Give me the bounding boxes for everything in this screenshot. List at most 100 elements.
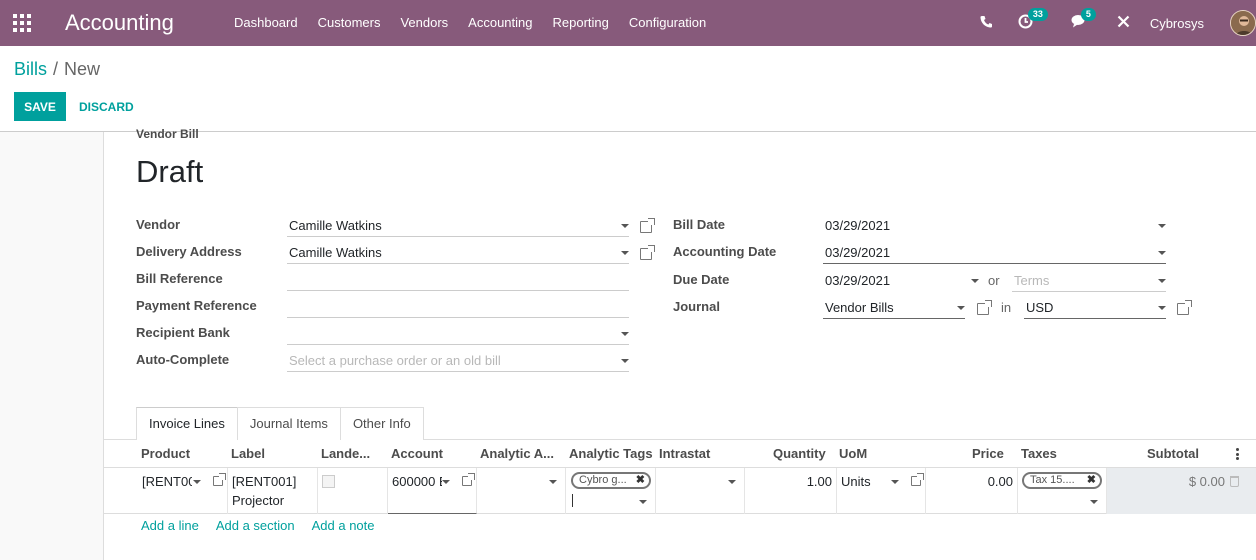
- phone-icon[interactable]: [980, 15, 992, 32]
- in-text: in: [1001, 300, 1012, 315]
- column-price[interactable]: Price: [972, 446, 1004, 461]
- add-line-link[interactable]: Add a line: [141, 518, 199, 533]
- chevron-down-icon[interactable]: [621, 224, 629, 228]
- company-switcher[interactable]: Cybrosys: [1150, 16, 1204, 31]
- column-landed-cost[interactable]: Lande...: [321, 446, 370, 461]
- vendor-value: Camille Watkins: [289, 218, 382, 233]
- debug-tools-icon[interactable]: [1117, 15, 1130, 32]
- external-link-icon[interactable]: [911, 473, 924, 486]
- account-value: 600000 E: [392, 474, 442, 489]
- chevron-down-icon[interactable]: [549, 480, 557, 484]
- add-note-link[interactable]: Add a note: [312, 518, 375, 533]
- app-name[interactable]: Accounting: [65, 10, 174, 36]
- chevron-down-icon[interactable]: [1158, 251, 1166, 255]
- payment-terms-field[interactable]: Terms: [1012, 269, 1166, 292]
- analytic-account-cell[interactable]: [477, 468, 566, 514]
- chevron-down-icon[interactable]: [1158, 224, 1166, 228]
- invoice-lines-header: Product Label Lande... Account Analytic …: [104, 440, 1256, 468]
- column-uom[interactable]: UoM: [839, 446, 867, 461]
- chevron-down-icon[interactable]: [639, 500, 647, 504]
- add-line-links: Add a line Add a section Add a note: [141, 518, 392, 533]
- chevron-down-icon[interactable]: [193, 480, 201, 484]
- external-link-icon[interactable]: [1177, 300, 1192, 315]
- accounting-date-label: Accounting Date: [673, 244, 777, 259]
- user-avatar[interactable]: [1230, 10, 1256, 36]
- analytic-tags-cell[interactable]: Cybro g... ✖: [566, 468, 656, 514]
- apps-menu-icon[interactable]: [13, 14, 31, 32]
- activity-count-badge: 33: [1027, 7, 1048, 21]
- chevron-down-icon[interactable]: [891, 480, 899, 484]
- column-analytic-account[interactable]: Analytic A...: [480, 446, 554, 461]
- column-account[interactable]: Account: [391, 446, 443, 461]
- breadcrumb-bills-link[interactable]: Bills: [14, 59, 47, 79]
- tab-invoice-lines[interactable]: Invoice Lines: [136, 407, 238, 440]
- menu-accounting[interactable]: Accounting: [458, 0, 542, 46]
- column-subtotal[interactable]: Subtotal: [1147, 446, 1199, 461]
- label-cell[interactable]: [RENT001] Projector: [228, 468, 318, 514]
- intrastat-cell[interactable]: [656, 468, 745, 514]
- chevron-down-icon[interactable]: [1158, 306, 1166, 310]
- save-button[interactable]: SAVE: [14, 92, 66, 121]
- payment-reference-label: Payment Reference: [136, 298, 257, 313]
- column-product[interactable]: Product: [141, 446, 190, 461]
- optional-columns-icon[interactable]: [1236, 448, 1239, 460]
- delivery-address-label: Delivery Address: [136, 244, 242, 259]
- external-link-icon[interactable]: [640, 218, 655, 233]
- chevron-down-icon[interactable]: [621, 251, 629, 255]
- add-section-link[interactable]: Add a section: [216, 518, 295, 533]
- chevron-down-icon[interactable]: [1158, 279, 1166, 283]
- payment-reference-input[interactable]: [287, 295, 629, 318]
- column-analytic-tags[interactable]: Analytic Tags: [569, 446, 653, 461]
- menu-reporting[interactable]: Reporting: [543, 0, 619, 46]
- bill-date-field[interactable]: 03/29/2021: [823, 214, 1166, 237]
- control-panel: Bills / New SAVE DISCARD: [0, 46, 1256, 132]
- auto-complete-field[interactable]: Select a purchase order or an old bill: [287, 349, 629, 372]
- trash-icon[interactable]: [1230, 476, 1239, 487]
- menu-customers[interactable]: Customers: [308, 0, 391, 46]
- chevron-down-icon[interactable]: [621, 359, 629, 363]
- price-cell[interactable]: 0.00: [926, 468, 1018, 514]
- chevron-down-icon[interactable]: [442, 480, 450, 484]
- external-link-icon[interactable]: [977, 300, 992, 315]
- table-row[interactable]: [RENT00 [RENT001] Projector 600000 E Cyb…: [104, 468, 1256, 514]
- external-link-icon[interactable]: [462, 473, 475, 486]
- auto-complete-label: Auto-Complete: [136, 352, 230, 367]
- bill-reference-input[interactable]: [287, 268, 629, 291]
- menu-dashboard[interactable]: Dashboard: [224, 0, 308, 46]
- quantity-cell[interactable]: 1.00: [745, 468, 837, 514]
- currency-field[interactable]: USD: [1024, 296, 1166, 319]
- column-intrastat[interactable]: Intrastat: [659, 446, 710, 461]
- messages-icon[interactable]: 5: [1071, 8, 1096, 32]
- product-cell[interactable]: [RENT00: [138, 468, 228, 514]
- column-quantity[interactable]: Quantity: [773, 446, 826, 461]
- account-cell[interactable]: 600000 E: [388, 468, 477, 514]
- column-taxes[interactable]: Taxes: [1021, 446, 1057, 461]
- subtotal-cell: $ 0.00: [1107, 468, 1256, 514]
- chevron-down-icon[interactable]: [971, 279, 979, 283]
- recipient-bank-field[interactable]: [287, 322, 629, 345]
- chevron-down-icon[interactable]: [728, 480, 736, 484]
- discard-button[interactable]: DISCARD: [74, 92, 139, 121]
- menu-configuration[interactable]: Configuration: [619, 0, 716, 46]
- uom-cell[interactable]: Units: [837, 468, 926, 514]
- remove-tag-icon[interactable]: ✖: [1087, 474, 1096, 487]
- chevron-down-icon[interactable]: [957, 306, 965, 310]
- tab-other-info[interactable]: Other Info: [339, 407, 424, 440]
- taxes-cell[interactable]: Tax 15.... ✖: [1018, 468, 1107, 514]
- external-link-icon[interactable]: [213, 473, 226, 486]
- or-text: or: [988, 273, 1000, 288]
- external-link-icon[interactable]: [640, 245, 655, 260]
- chevron-down-icon[interactable]: [621, 332, 629, 336]
- journal-field[interactable]: Vendor Bills: [823, 296, 965, 319]
- remove-tag-icon[interactable]: ✖: [636, 474, 645, 487]
- delivery-address-field[interactable]: Camille Watkins: [287, 241, 629, 264]
- menu-vendors[interactable]: Vendors: [390, 0, 458, 46]
- due-date-field[interactable]: 03/29/2021: [823, 269, 979, 292]
- accounting-date-field[interactable]: 03/29/2021: [823, 241, 1166, 264]
- activity-clock-icon[interactable]: 33: [1018, 7, 1048, 33]
- landed-cost-checkbox[interactable]: [322, 475, 335, 488]
- tab-journal-items[interactable]: Journal Items: [236, 407, 341, 440]
- column-label[interactable]: Label: [231, 446, 265, 461]
- chevron-down-icon[interactable]: [1090, 500, 1098, 504]
- vendor-field[interactable]: Camille Watkins: [287, 214, 629, 237]
